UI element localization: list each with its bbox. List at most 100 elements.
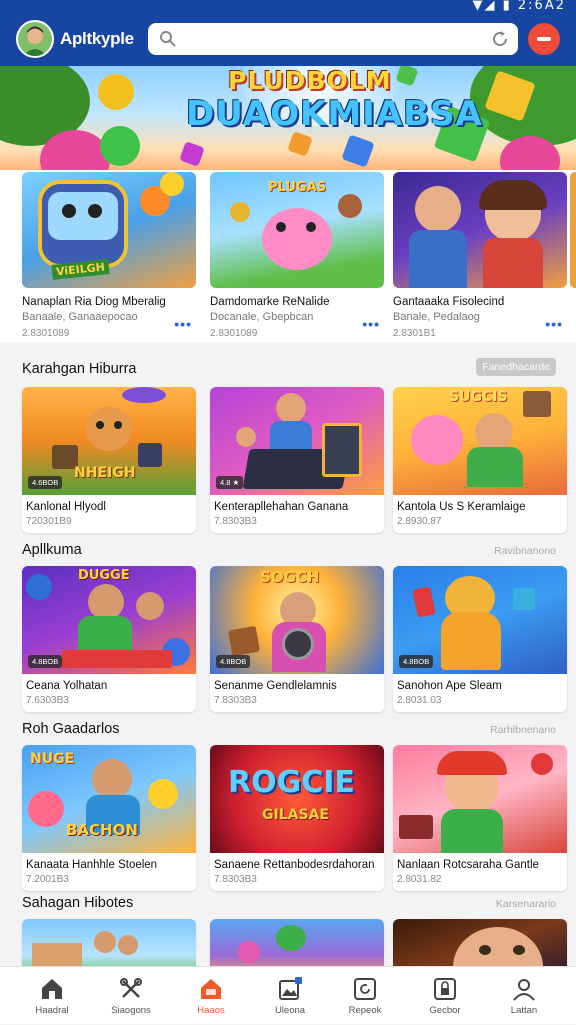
game-image: SUGCIS — [393, 387, 567, 495]
game-size: 7.8303B3 — [214, 516, 257, 527]
featured-image — [393, 172, 567, 288]
nav-item-refresh[interactable]: Repeok — [324, 967, 406, 1025]
featured-size: 2.8301089 — [210, 328, 258, 339]
game-size: 7.8303B3 — [214, 874, 257, 885]
tools-icon — [120, 978, 142, 998]
game-card[interactable]: SUGCIS Kantola Us S Keramlaige 2.8930.87 — [393, 387, 567, 533]
game-image: DUGGE 4.8BOB — [22, 566, 196, 674]
game-title: Nanlaan Rotcsaraha Gantle — [397, 859, 539, 871]
refresh-icon[interactable] — [490, 29, 510, 54]
game-image: ROGCIE GILASAE — [210, 745, 384, 853]
status-icons: ▼◢ ▮ 2:6A2 — [472, 0, 566, 13]
nav-label: Uleona — [274, 1005, 306, 1016]
game-image: SOGCH 4.8BOB — [210, 566, 384, 674]
game-image: NHEIGH 4.6BOB — [22, 387, 196, 495]
featured-size: 2.8301B1 — [393, 328, 436, 339]
search-bar[interactable] — [148, 23, 518, 55]
featured-card-peek[interactable] — [570, 172, 576, 334]
menu-button[interactable] — [528, 23, 560, 55]
game-title: Kantola Us S Keramlaige — [397, 501, 526, 513]
banner-ball — [100, 126, 140, 166]
nav-label: Haaos — [197, 1005, 225, 1016]
user-icon — [513, 979, 535, 1001]
rating-badge: 4.6BOB — [28, 476, 63, 489]
game-size: 7.2001B3 — [26, 874, 69, 885]
game-title: Kenterapllehahan Ganana — [214, 501, 349, 513]
game-image: 4.8 ★ — [210, 387, 384, 495]
featured-image: ViEILGH — [22, 172, 196, 288]
see-all-button[interactable]: Rarhlbnenano — [490, 724, 556, 736]
lock-icon — [434, 978, 456, 1000]
game-title: Sanaene Rettanbodesrdahoran — [214, 859, 375, 871]
game-title: Kanlonal Hlyodl — [26, 501, 106, 513]
game-card[interactable]: NHEIGH 4.6BOB Kanlonal Hlyodl 720301B9 — [22, 387, 196, 533]
game-card[interactable]: NUGE BACHON Kanaata Hanhhle Stoelen 7.20… — [22, 745, 196, 891]
avatar[interactable] — [16, 20, 54, 58]
clock: 2:6A2 — [517, 0, 566, 13]
rating-badge: 4.8BOB — [216, 655, 251, 668]
game-card[interactable]: ROGCIE GILASAE Sanaene Rettanbodesrdahor… — [210, 745, 384, 891]
search-icon — [158, 29, 178, 54]
app-title: Apltkyple — [60, 29, 134, 48]
rating-badge: 4.8BOB — [28, 655, 63, 668]
game-card[interactable]: 4.8 ★ Kenterapllehahan Ganana 7.8303B3 — [210, 387, 384, 533]
game-card[interactable]: 4.8BOB Sanohon Ape Sleam 2.8031.03 — [393, 566, 567, 712]
game-size: 7.8303B3 — [214, 695, 257, 706]
section-title: Roh Gaadarlos — [22, 721, 120, 737]
game-title: Sanohon Ape Sleam — [397, 680, 502, 692]
game-title: Senanme Gendlelamnis — [214, 680, 337, 692]
featured-carousel[interactable]: ViEILGH Nanaplan Ria Diog Mberalig Banaa… — [0, 170, 576, 342]
hero-banner[interactable]: PLUDBOLM DUAOKMIABSA — [0, 66, 576, 170]
nav-item-profile[interactable]: Lattan — [483, 967, 565, 1025]
featured-card[interactable]: Gantaaaka Fisolecind Banale, Pedalaog 2.… — [393, 172, 567, 339]
featured-subtitle: Banale, Pedalaog — [393, 311, 480, 323]
game-size: 720301B9 — [26, 516, 72, 527]
more-options-icon[interactable]: ••• — [545, 317, 563, 331]
featured-image: PLUGAS — [210, 172, 384, 288]
nav-label: Gecbor — [429, 1005, 461, 1016]
featured-size: 2.8301089 — [22, 328, 70, 339]
rating-badge: 4.8BOB — [399, 655, 434, 668]
banner-title-line2: DUAOKMIABSA — [186, 94, 483, 134]
game-size: 2.8930.87 — [397, 516, 442, 527]
banner-cube — [179, 141, 205, 167]
nav-label: Siaogons — [111, 1005, 151, 1016]
nav-item-home[interactable]: Haadral — [11, 967, 93, 1025]
nav-item-active[interactable]: Haaos — [170, 967, 252, 1025]
rating-badge: 4.8 ★ — [216, 476, 244, 489]
featured-subtitle: Docanale, Gbepbcan — [210, 311, 314, 323]
section-title: Apllkuma — [22, 542, 82, 558]
featured-subtitle: Banaale, Ganaaepocao — [22, 311, 138, 323]
game-card[interactable]: Nanlaan Rotcsaraha Gantle 2.8031.82 — [393, 745, 567, 891]
game-title: Ceana Yolhatan — [26, 680, 108, 692]
game-card[interactable]: DUGGE 4.8BOB Ceana Yolhatan 7.6303B3 — [22, 566, 196, 712]
game-size: 7.6303B3 — [26, 695, 69, 706]
game-image: 4.8BOB — [393, 566, 567, 674]
featured-card[interactable]: PLUGAS Damdomarke ReNalide Docanale, Gbe… — [210, 172, 384, 339]
nav-item-lock[interactable]: Gecbor — [404, 967, 486, 1025]
see-all-button[interactable]: Ravibnanono — [494, 545, 556, 557]
game-image: NUGE BACHON — [22, 745, 196, 853]
more-options-icon[interactable]: ••• — [174, 317, 192, 331]
nav-label: Repeok — [348, 1005, 382, 1016]
game-card[interactable]: SOGCH 4.8BOB Senanme Gendlelamnis 7.8303… — [210, 566, 384, 712]
banner-title-line1: PLUDBOLM — [228, 66, 392, 95]
featured-title: Nanaplan Ria Diog Mberalig — [22, 296, 166, 308]
home-orange-icon — [201, 979, 221, 999]
nav-label: Lattan — [510, 1005, 538, 1016]
status-bar: ▼◢ ▮ 2:6A2 — [0, 0, 576, 14]
app-bar: Apltkyple — [0, 14, 576, 66]
banner-cube — [287, 131, 313, 157]
game-size: 2.8031.82 — [397, 874, 442, 885]
featured-card[interactable]: ViEILGH Nanaplan Ria Diog Mberalig Banaa… — [22, 172, 196, 339]
game-image — [393, 745, 567, 853]
see-all-button[interactable]: Fanedhacarde — [476, 358, 556, 376]
nav-item-images[interactable]: Uleona — [249, 967, 331, 1025]
nav-item-tools[interactable]: Siaogons — [90, 967, 172, 1025]
banner-ball — [98, 74, 134, 110]
banner-cube — [341, 134, 375, 168]
more-options-icon[interactable]: ••• — [362, 317, 380, 331]
bottom-navigation: Haadral Siaogons Haaos Uleona Repeok Gec… — [0, 966, 576, 1024]
see-all-button[interactable]: Karsenarario — [496, 898, 556, 910]
featured-title: Damdomarke ReNalide — [210, 296, 330, 308]
